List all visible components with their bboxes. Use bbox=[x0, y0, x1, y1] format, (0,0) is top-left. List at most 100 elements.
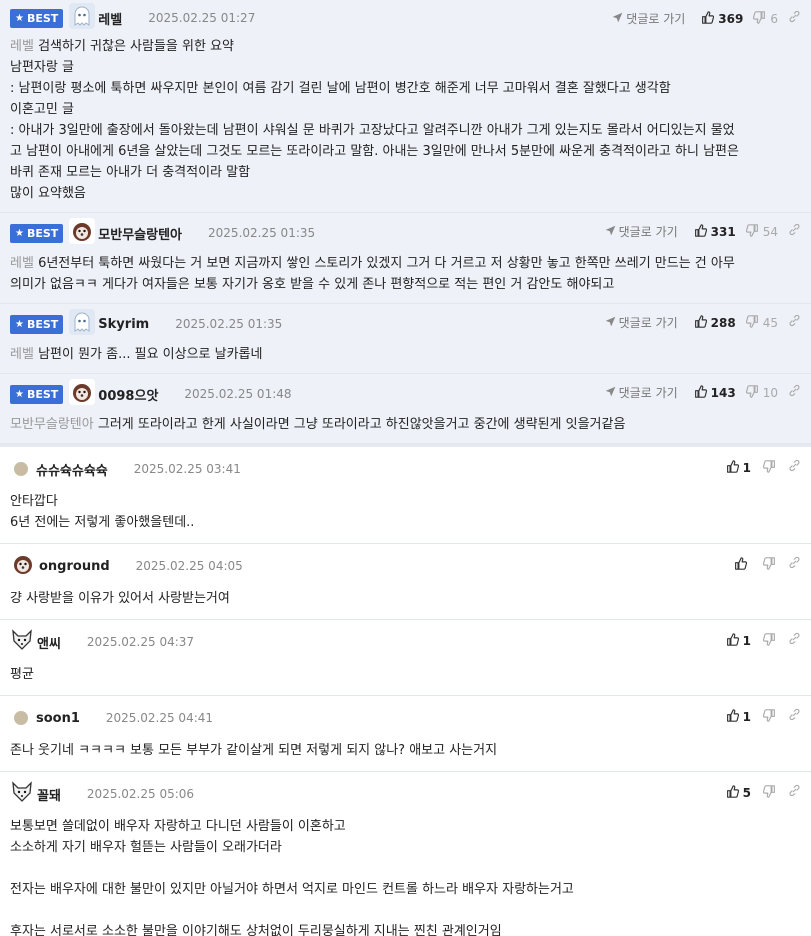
downvote-button[interactable] bbox=[762, 556, 776, 573]
link-icon[interactable] bbox=[788, 384, 801, 401]
thumbs-up-icon bbox=[694, 314, 707, 331]
thumbs-down-icon bbox=[762, 784, 776, 801]
upvote-button[interactable] bbox=[734, 556, 751, 573]
downvote-button[interactable]: 54 bbox=[745, 223, 778, 240]
comment-date: 2025.02.25 01:35 bbox=[208, 226, 316, 240]
best-comment: ★ BEST Skyrim 2025.02.25 01:35 댓글로 가기 288… bbox=[0, 304, 811, 374]
avatar[interactable] bbox=[69, 379, 96, 409]
best-comment: ★ BEST 레벨 2025.02.25 01:27 댓글로 가기 369 6 레… bbox=[0, 0, 811, 213]
link-icon[interactable] bbox=[788, 784, 801, 801]
downvote-button[interactable] bbox=[762, 708, 776, 725]
goto-comment-button[interactable]: 댓글로 가기 bbox=[605, 314, 678, 331]
avatar[interactable] bbox=[14, 711, 28, 725]
upvote-button[interactable]: 288 bbox=[694, 314, 736, 331]
comment-date: 2025.02.25 01:27 bbox=[148, 11, 256, 25]
comment-actions: 1 bbox=[726, 708, 801, 725]
nickname[interactable]: 모반무슬랑텐아 bbox=[98, 224, 182, 243]
mention[interactable]: 레벨 bbox=[10, 347, 34, 362]
link-icon[interactable] bbox=[788, 10, 801, 27]
downvote-button[interactable] bbox=[762, 784, 776, 801]
downvote-button[interactable]: 6 bbox=[753, 10, 778, 27]
link-icon[interactable] bbox=[788, 459, 801, 476]
comment-body: 존나 웃기네 ㅋㅋㅋㅋ 보통 모든 부부가 같이살게 되면 저렇게 되지 않나?… bbox=[10, 740, 801, 771]
comment-date: 2025.02.25 01:35 bbox=[175, 317, 283, 331]
thumbs-down-icon bbox=[762, 708, 776, 725]
comment-line: 남편자랑 글 bbox=[10, 60, 74, 75]
downvote-button[interactable]: 45 bbox=[745, 314, 778, 331]
send-arrow-icon bbox=[605, 225, 616, 239]
nickname[interactable]: onground bbox=[39, 559, 110, 574]
upvote-count: 1 bbox=[742, 460, 751, 475]
nickname[interactable]: Skyrim bbox=[98, 317, 149, 332]
downvote-button[interactable]: 10 bbox=[745, 384, 778, 401]
best-comment: ★ BEST 모반무슬랑텐아 2025.02.25 01:35 댓글로 가기 33… bbox=[0, 213, 811, 304]
link-icon[interactable] bbox=[788, 314, 801, 331]
comment-line: 레벨 6년전부터 툭하면 싸웠다는 거 보면 지금까지 쌓인 스토리가 있겠지 … bbox=[10, 256, 735, 271]
comment-actions: 댓글로 가기 143 10 bbox=[605, 384, 801, 401]
goto-comment-button[interactable]: 댓글로 가기 bbox=[605, 384, 678, 401]
mention[interactable]: 모반무슬랑텐아 bbox=[10, 417, 94, 432]
mention[interactable]: 레벨 bbox=[10, 256, 34, 271]
comment-actions: 댓글로 가기 369 6 bbox=[612, 10, 801, 27]
comment-body: 안타깝다 6년 전에는 저렇게 좋아했을텐데.. bbox=[10, 491, 801, 543]
thumbs-down-icon bbox=[762, 556, 776, 573]
comment-actions: 댓글로 가기 288 45 bbox=[605, 314, 801, 331]
avatar[interactable] bbox=[69, 218, 96, 248]
comment-item: 앤씨 2025.02.25 04:37 1 평균 bbox=[0, 620, 811, 696]
goto-comment-button[interactable]: 댓글로 가기 bbox=[612, 10, 685, 27]
avatar[interactable] bbox=[69, 3, 96, 33]
downvote-button[interactable] bbox=[762, 632, 776, 649]
thumbs-up-icon bbox=[701, 10, 715, 27]
thumbs-up-icon bbox=[694, 223, 707, 240]
upvote-button[interactable]: 1 bbox=[726, 459, 751, 476]
nickname[interactable]: 슈슈슉슈슉슉 bbox=[36, 460, 108, 479]
comment-line: 전자는 배우자에 대한 불만이 있지만 아닐거야 하면서 억지로 마인드 컨트롤… bbox=[10, 882, 574, 897]
upvote-button[interactable]: 5 bbox=[726, 784, 751, 801]
best-comment: ★ BEST 0098으앗 2025.02.25 01:48 댓글로 가기 143… bbox=[0, 374, 811, 444]
upvote-button[interactable]: 1 bbox=[726, 708, 751, 725]
upvote-button[interactable]: 331 bbox=[694, 223, 736, 240]
nickname[interactable]: 0098으앗 bbox=[98, 385, 158, 404]
comment-body: 레벨 검색하기 귀찮은 사람들을 위한 요약 남편자랑 글: 남편이랑 평소에 툭… bbox=[10, 36, 801, 212]
thumbs-down-icon bbox=[745, 384, 759, 401]
nickname[interactable]: 앤씨 bbox=[37, 633, 61, 652]
best-badge: ★ BEST bbox=[10, 223, 64, 243]
comment-date: 2025.02.25 01:48 bbox=[184, 387, 292, 401]
upvote-button[interactable]: 1 bbox=[726, 632, 751, 649]
comment-line: 레벨 남편이 뭔가 좀... 필요 이상으로 날카롭네 bbox=[10, 347, 263, 362]
thumbs-up-icon bbox=[726, 632, 739, 649]
goto-comment-button[interactable]: 댓글로 가기 bbox=[605, 223, 678, 240]
avatar[interactable] bbox=[10, 628, 34, 656]
comment-line: 이혼고민 글 bbox=[10, 102, 74, 117]
upvote-button[interactable]: 369 bbox=[701, 10, 743, 27]
downvote-button[interactable] bbox=[762, 459, 776, 476]
link-icon[interactable] bbox=[788, 556, 801, 573]
mention[interactable]: 레벨 bbox=[10, 39, 34, 54]
comment-line: 보통보면 쓸데없이 배우자 자랑하고 다니던 사람들이 이혼하고 bbox=[10, 819, 346, 834]
nickname[interactable]: soon1 bbox=[36, 711, 80, 726]
thumbs-down-icon bbox=[762, 459, 776, 476]
link-icon[interactable] bbox=[788, 632, 801, 649]
comment-date: 2025.02.25 04:41 bbox=[105, 711, 214, 725]
comment-line: : 남편이랑 평소에 툭하면 싸우지만 본인이 여름 감기 걸린 날에 남편이 … bbox=[10, 81, 671, 96]
comment-item: soon1 2025.02.25 04:41 1 존나 웃기네 ㅋㅋㅋㅋ 보통 … bbox=[0, 696, 811, 772]
avatar[interactable] bbox=[14, 462, 28, 476]
link-icon[interactable] bbox=[788, 708, 801, 725]
comment-actions: 댓글로 가기 331 54 bbox=[605, 223, 801, 240]
upvote-count: 1 bbox=[742, 633, 751, 648]
upvote-button[interactable]: 143 bbox=[694, 384, 736, 401]
nickname[interactable]: 꼴돼 bbox=[37, 785, 61, 804]
comment-line: 6년 전에는 저렇게 좋아했을텐데.. bbox=[10, 515, 195, 530]
best-badge: ★ BEST bbox=[10, 314, 64, 334]
comment-list: 슈슈슉슈슉슉 2025.02.25 03:41 1 안타깝다 6년 전에는 저렇게… bbox=[0, 447, 811, 936]
avatar[interactable] bbox=[69, 309, 96, 339]
thumbs-up-icon bbox=[726, 708, 739, 725]
star-icon: ★ bbox=[15, 227, 24, 239]
avatar[interactable] bbox=[10, 780, 34, 808]
nickname[interactable]: 레벨 bbox=[98, 9, 122, 28]
avatar[interactable] bbox=[10, 551, 36, 581]
comment-line: 안타깝다 bbox=[10, 494, 58, 509]
link-icon[interactable] bbox=[788, 223, 801, 240]
comment-body: 레벨 6년전부터 툭하면 싸웠다는 거 보면 지금까지 쌓인 스토리가 있겠지 … bbox=[10, 253, 801, 303]
